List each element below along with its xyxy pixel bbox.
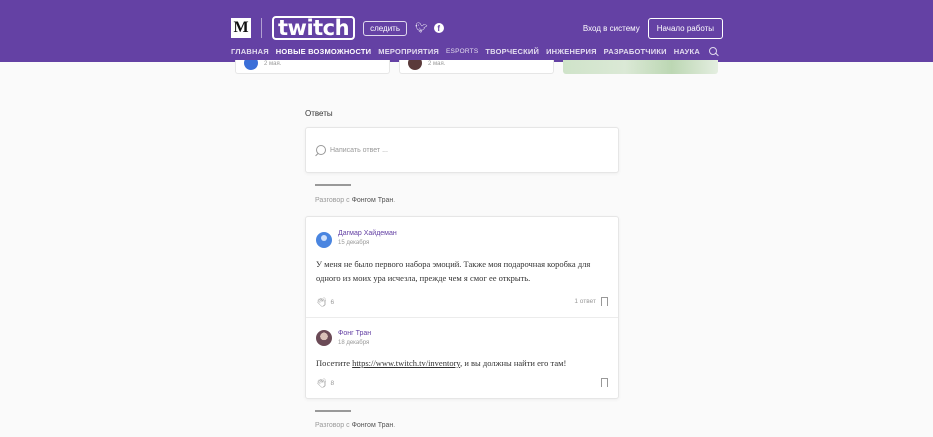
nav-item-home[interactable]: ГЛАВНАЯ: [231, 47, 269, 56]
logo-divider: [261, 18, 262, 38]
comment-text: У меня не было первого набора эмоций. Та…: [316, 259, 591, 283]
conversation-suffix: .: [393, 422, 396, 429]
conversation-label: Разговор с Фонгом Тран.: [315, 197, 395, 204]
comment[interactable]: Фонг Тран 18 декабря Посетите https://ww…: [306, 318, 618, 400]
comment-text-suffix: , и вы должны найти его там!: [460, 358, 567, 368]
reply-prompt[interactable]: Написать ответ ...: [316, 145, 388, 155]
related-card-image[interactable]: [563, 60, 718, 74]
nav-item-new-features[interactable]: НОВЫЕ ВОЗМОЖНОСТИ: [276, 47, 371, 56]
twitch-logo[interactable]: twitch: [272, 16, 356, 40]
facebook-icon[interactable]: f: [433, 23, 444, 33]
comment-text: Посетите https://www.twitch.tv/inventory…: [316, 356, 608, 370]
comment-author[interactable]: Дагмар Хайдеман: [338, 230, 397, 237]
related-card[interactable]: 2 мая.: [399, 60, 554, 74]
nav-item-science[interactable]: НАУКА: [674, 47, 700, 56]
comment-text-prefix: Посетите: [316, 358, 353, 368]
reply-box[interactable]: Написать ответ ...: [305, 127, 619, 173]
avatar[interactable]: [316, 330, 332, 346]
bookmark-icon[interactable]: [601, 297, 608, 309]
clap-button[interactable]: 👏︎ 6: [316, 297, 334, 308]
nav-item-engineering[interactable]: ИНЖЕНЕРИЯ: [546, 47, 597, 56]
responses-count[interactable]: 1 ответ: [574, 298, 596, 305]
avatar: [244, 60, 258, 70]
comment-date[interactable]: 15 декабря: [338, 240, 369, 246]
divider: [315, 184, 351, 186]
nav-item-events[interactable]: МЕРОПРИЯТИЯ: [378, 47, 439, 56]
search-icon[interactable]: [708, 47, 717, 55]
clap-icon: 👏︎: [316, 297, 328, 307]
conversation-label: Разговор с Фонгом Тран.: [315, 422, 395, 429]
header-topbar: M twitch следить 🐦︎ f Вход в систему Нач…: [231, 15, 723, 41]
login-link[interactable]: Вход в систему: [583, 24, 640, 33]
conversation-prefix: Разговор с: [315, 422, 350, 429]
conversation-thread: Дагмар Хайдеман 15 декабря У меня не был…: [305, 216, 619, 399]
medium-logo[interactable]: M: [231, 18, 251, 38]
related-card[interactable]: 2 мая.: [235, 60, 390, 74]
nav-item-creative[interactable]: ТВОРЧЕСКИЙ: [485, 47, 539, 56]
bookmark-icon[interactable]: [601, 378, 608, 390]
section-nav: ГЛАВНАЯ НОВЫЕ ВОЗМОЖНОСТИ МЕРОПРИЯТИЯ ES…: [231, 45, 717, 57]
related-card-date: 2 мая.: [428, 61, 446, 67]
conversation-author-link[interactable]: Фонгом Тран: [352, 422, 394, 429]
inventory-link[interactable]: https://www.twitch.tv/inventory: [352, 358, 460, 368]
related-card-date: 2 мая.: [264, 61, 282, 67]
clap-count: 8: [330, 380, 335, 387]
conversation-suffix: .: [393, 197, 396, 204]
clap-count: 6: [330, 299, 335, 306]
header-actions: Вход в систему Начало работы: [583, 15, 723, 41]
comment-author[interactable]: Фонг Тран: [338, 330, 371, 337]
clap-button[interactable]: 👏︎ 8: [316, 378, 334, 389]
comment-date[interactable]: 18 декабря: [338, 340, 369, 346]
twitter-icon[interactable]: 🐦︎: [415, 23, 428, 34]
clap-icon: 👏︎: [316, 378, 328, 388]
site-header: M twitch следить 🐦︎ f Вход в систему Нач…: [0, 0, 933, 62]
divider: [315, 410, 351, 412]
reply-placeholder[interactable]: Написать ответ ...: [330, 147, 388, 154]
avatar[interactable]: [316, 232, 332, 248]
responses-heading: Ответы: [305, 109, 333, 118]
follow-button[interactable]: следить: [363, 20, 407, 36]
speech-bubble-icon: [316, 145, 326, 155]
get-started-button[interactable]: Начало работы: [647, 17, 723, 39]
comment[interactable]: Дагмар Хайдеман 15 декабря У меня не был…: [306, 217, 618, 318]
conversation-prefix: Разговор с: [315, 197, 350, 204]
nav-item-developers[interactable]: РАЗРАБОТЧИКИ: [604, 47, 667, 56]
conversation-author-link[interactable]: Фонгом Тран: [352, 197, 394, 204]
nav-item-esports[interactable]: ESPORTS: [446, 48, 478, 55]
avatar: [408, 60, 422, 70]
